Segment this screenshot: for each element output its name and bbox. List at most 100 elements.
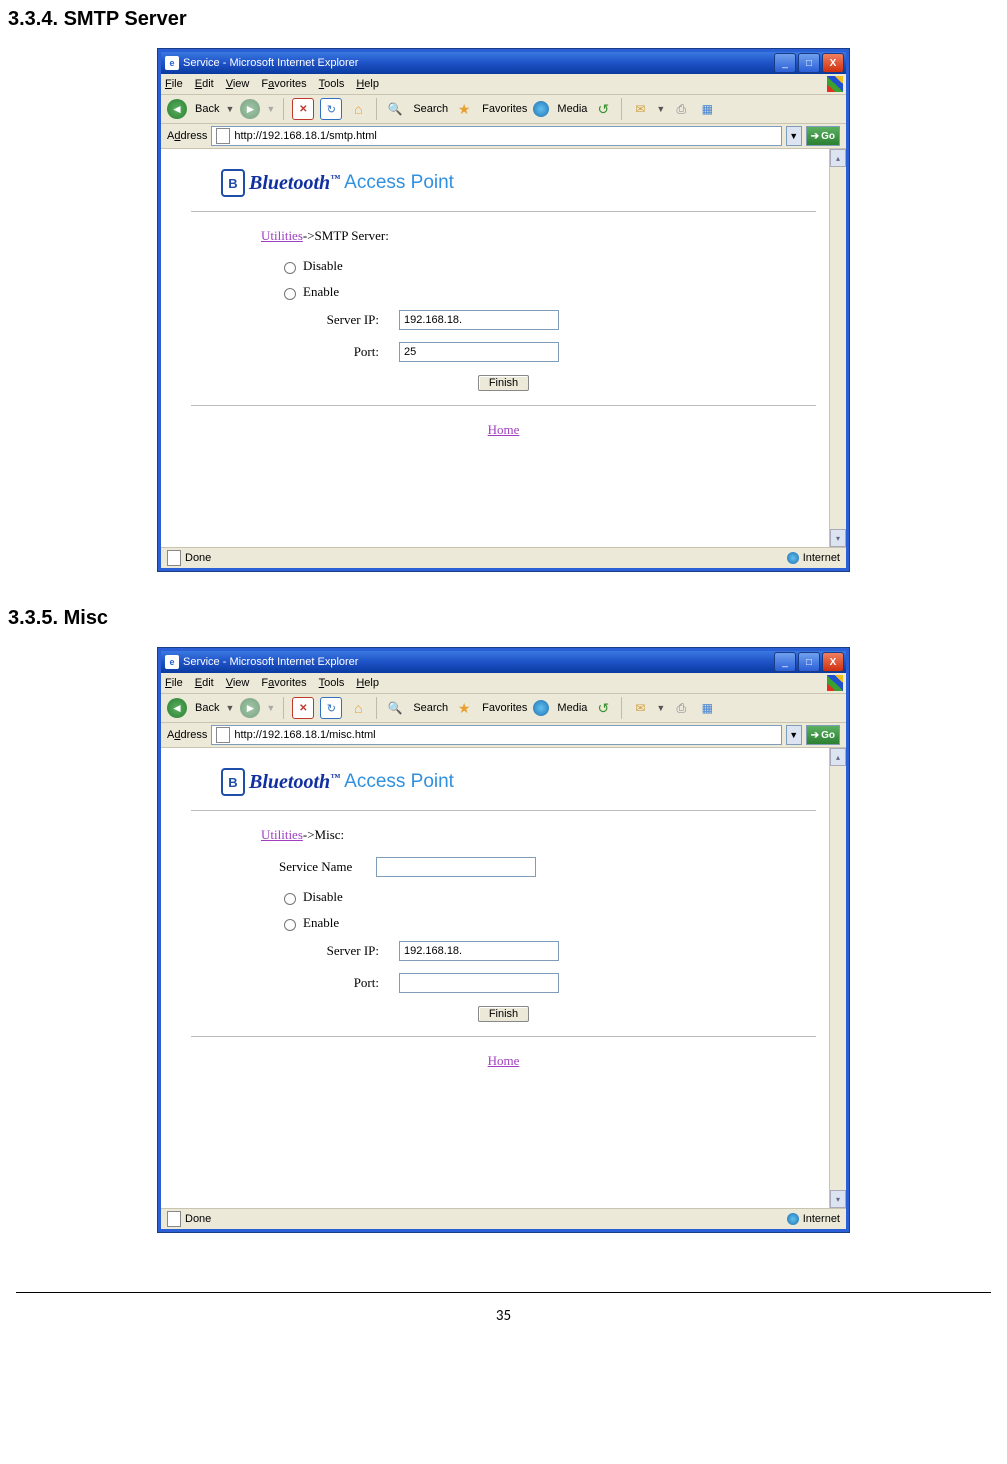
- breadcrumb-utilities-link[interactable]: Utilities: [261, 228, 303, 243]
- maximize-button[interactable]: □: [798, 53, 820, 73]
- status-done: Done: [185, 1213, 211, 1225]
- close-button[interactable]: X: [822, 652, 844, 672]
- scrollbar[interactable]: [829, 149, 846, 547]
- port-input[interactable]: [399, 973, 559, 993]
- menu-favorites[interactable]: Favorites: [261, 78, 306, 90]
- back-icon[interactable]: ◄: [167, 99, 187, 119]
- print-icon[interactable]: ⎙: [671, 99, 691, 119]
- mail-icon[interactable]: ✉: [630, 99, 650, 119]
- media-icon[interactable]: [533, 700, 549, 716]
- breadcrumb-utilities-link[interactable]: Utilities: [261, 827, 303, 842]
- radio-enable[interactable]: [284, 919, 296, 931]
- home-icon[interactable]: ⌂: [348, 698, 368, 718]
- menu-view[interactable]: View: [226, 78, 250, 90]
- media-icon[interactable]: [533, 101, 549, 117]
- section-heading-misc: 3.3.5. Misc: [8, 607, 999, 630]
- refresh-icon[interactable]: ↻: [320, 697, 342, 719]
- forward-dropdown-icon[interactable]: ▼: [266, 104, 275, 114]
- menu-view[interactable]: View: [226, 677, 250, 689]
- go-button[interactable]: ➔Go: [806, 126, 840, 146]
- radio-disable[interactable]: [284, 262, 296, 274]
- print-icon[interactable]: ⎙: [671, 698, 691, 718]
- address-label: Address: [167, 130, 207, 142]
- toolbar: ◄ Back ▼ ► ▼ ✕ ↻ ⌂ 🔍 Search ★ Favorites …: [161, 694, 846, 723]
- url-input[interactable]: http://192.168.18.1/smtp.html: [234, 130, 376, 142]
- ie-window-misc: e Service - Microsoft Internet Explorer …: [158, 648, 849, 1232]
- refresh-icon[interactable]: ↻: [320, 98, 342, 120]
- status-zone: Internet: [803, 1213, 840, 1225]
- menu-help[interactable]: Help: [356, 677, 379, 689]
- stop-icon[interactable]: ✕: [292, 697, 314, 719]
- radio-enable[interactable]: [284, 288, 296, 300]
- menu-edit[interactable]: Edit: [195, 677, 214, 689]
- back-button[interactable]: Back: [195, 702, 219, 714]
- internet-zone-icon: [787, 552, 799, 564]
- home-icon[interactable]: ⌂: [348, 99, 368, 119]
- menu-file[interactable]: File: [165, 677, 183, 689]
- mail-icon[interactable]: ✉: [630, 698, 650, 718]
- favorites-button[interactable]: Favorites: [482, 702, 527, 714]
- address-input-container: http://192.168.18.1/smtp.html: [211, 126, 781, 146]
- menu-help[interactable]: Help: [356, 78, 379, 90]
- finish-button[interactable]: Finish: [478, 1006, 529, 1022]
- breadcrumb: Utilities->Misc:: [261, 827, 816, 843]
- address-dropdown-icon[interactable]: ▼: [786, 725, 802, 745]
- search-icon[interactable]: 🔍: [385, 698, 405, 718]
- mail-dropdown-icon[interactable]: ▼: [656, 104, 665, 114]
- service-name-label: Service Name: [279, 859, 352, 875]
- favorites-button[interactable]: Favorites: [482, 103, 527, 115]
- stop-icon[interactable]: ✕: [292, 98, 314, 120]
- statusbar: Done Internet: [161, 1208, 846, 1229]
- page-number: 35: [8, 1307, 999, 1325]
- mail-dropdown-icon[interactable]: ▼: [656, 703, 665, 713]
- statusbar: Done Internet: [161, 547, 846, 568]
- maximize-button[interactable]: □: [798, 652, 820, 672]
- forward-icon[interactable]: ►: [240, 99, 260, 119]
- url-input[interactable]: http://192.168.18.1/misc.html: [234, 729, 375, 741]
- toolbar: ◄ Back ▼ ► ▼ ✕ ↻ ⌂ 🔍 Search ★ Favorites …: [161, 95, 846, 124]
- window-title: Service - Microsoft Internet Explorer: [183, 656, 774, 668]
- history-icon[interactable]: ↺: [593, 698, 613, 718]
- search-button[interactable]: Search: [413, 103, 448, 115]
- server-ip-input[interactable]: [399, 310, 559, 330]
- edit-icon[interactable]: ▦: [697, 698, 717, 718]
- back-button[interactable]: Back: [195, 103, 219, 115]
- edit-icon[interactable]: ▦: [697, 99, 717, 119]
- menu-tools[interactable]: Tools: [319, 677, 345, 689]
- done-icon: [167, 550, 181, 566]
- back-icon[interactable]: ◄: [167, 698, 187, 718]
- favorites-icon[interactable]: ★: [454, 698, 474, 718]
- finish-button[interactable]: Finish: [478, 375, 529, 391]
- forward-dropdown-icon[interactable]: ▼: [266, 703, 275, 713]
- close-button[interactable]: X: [822, 53, 844, 73]
- minimize-button[interactable]: _: [774, 652, 796, 672]
- back-dropdown-icon[interactable]: ▼: [225, 104, 234, 114]
- scrollbar[interactable]: [829, 748, 846, 1208]
- media-button[interactable]: Media: [557, 103, 587, 115]
- menu-file[interactable]: File: [165, 78, 183, 90]
- home-link[interactable]: Home: [488, 1053, 520, 1068]
- home-link[interactable]: Home: [488, 422, 520, 437]
- go-button[interactable]: ➔Go: [806, 725, 840, 745]
- service-name-input[interactable]: [376, 857, 536, 877]
- search-button[interactable]: Search: [413, 702, 448, 714]
- address-input-container: http://192.168.18.1/misc.html: [211, 725, 781, 745]
- forward-icon[interactable]: ►: [240, 698, 260, 718]
- search-icon[interactable]: 🔍: [385, 99, 405, 119]
- favorites-icon[interactable]: ★: [454, 99, 474, 119]
- menu-favorites[interactable]: Favorites: [261, 677, 306, 689]
- radio-disable-label: Disable: [303, 889, 343, 905]
- port-input[interactable]: [399, 342, 559, 362]
- history-icon[interactable]: ↺: [593, 99, 613, 119]
- radio-disable[interactable]: [284, 893, 296, 905]
- menu-edit[interactable]: Edit: [195, 78, 214, 90]
- radio-enable-label: Enable: [303, 915, 339, 931]
- back-dropdown-icon[interactable]: ▼: [225, 703, 234, 713]
- ie-window-smtp: e Service - Microsoft Internet Explorer …: [158, 49, 849, 571]
- server-ip-input[interactable]: [399, 941, 559, 961]
- status-done: Done: [185, 552, 211, 564]
- address-dropdown-icon[interactable]: ▼: [786, 126, 802, 146]
- media-button[interactable]: Media: [557, 702, 587, 714]
- minimize-button[interactable]: _: [774, 53, 796, 73]
- menu-tools[interactable]: Tools: [319, 78, 345, 90]
